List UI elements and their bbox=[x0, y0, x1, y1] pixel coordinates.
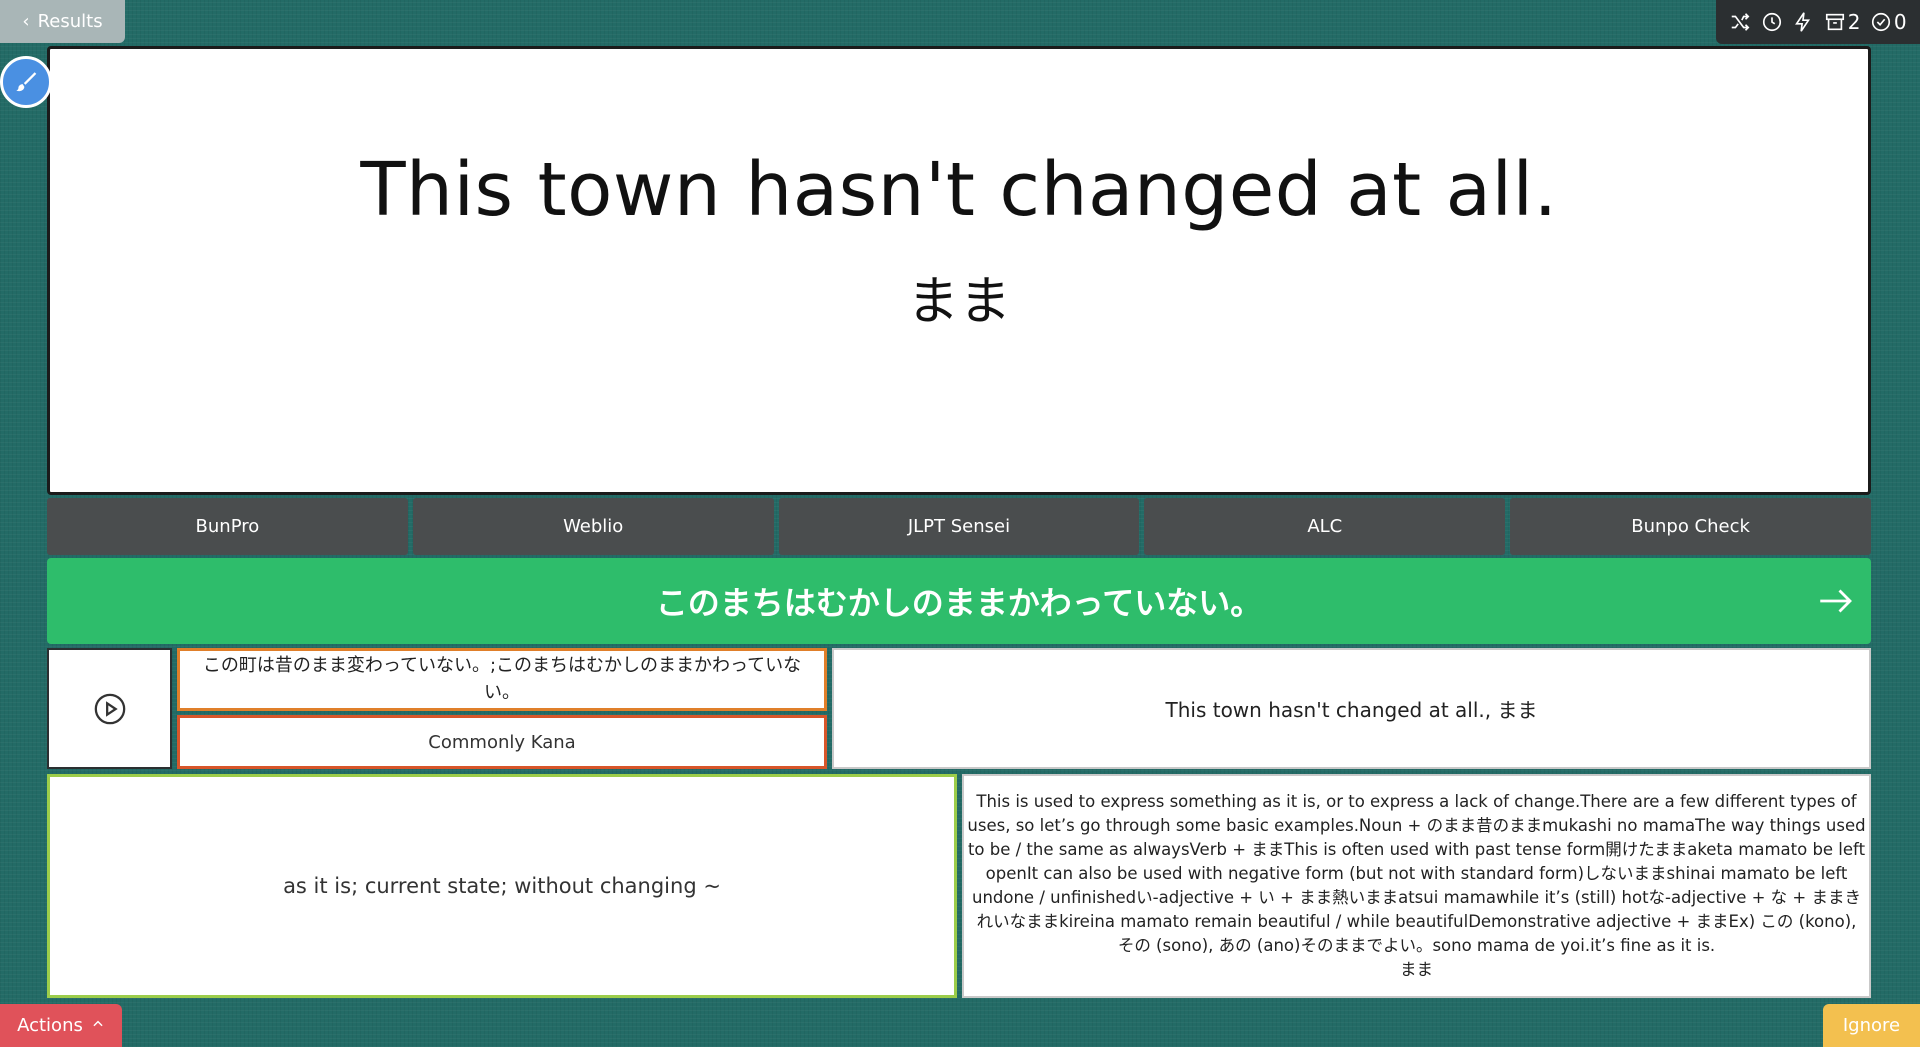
audio-panel bbox=[47, 648, 172, 769]
link-weblio[interactable]: Weblio bbox=[412, 498, 774, 555]
archive-count: 2 bbox=[1847, 10, 1861, 34]
english-sentence: This town hasn't changed at all., まま bbox=[832, 648, 1871, 769]
results-label: Results bbox=[37, 11, 103, 32]
clock-icon bbox=[1762, 12, 1781, 32]
link-bunpo-check[interactable]: Bunpo Check bbox=[1510, 498, 1871, 555]
lightning-icon bbox=[1795, 12, 1811, 32]
toolbar: 2 0 bbox=[1716, 0, 1920, 44]
link-alc[interactable]: ALC bbox=[1144, 498, 1506, 555]
kana-label: Commonly Kana bbox=[177, 715, 827, 769]
completed-button[interactable]: 0 bbox=[1870, 10, 1907, 34]
arrow-right-icon[interactable] bbox=[1815, 580, 1857, 622]
paintbrush-icon bbox=[16, 72, 37, 92]
answer-bar: このまちはむかしのままかわっていない。 bbox=[47, 558, 1871, 644]
check-count: 0 bbox=[1893, 10, 1907, 34]
actions-label: Actions bbox=[17, 1015, 83, 1036]
brush-button[interactable] bbox=[0, 56, 52, 108]
card-grammar-point: まま bbox=[906, 272, 1011, 332]
archive-icon bbox=[1825, 13, 1844, 31]
meaning-panel: as it is; current state; without changin… bbox=[47, 774, 957, 998]
link-jlpt-sensei[interactable]: JLPT Sensei bbox=[778, 498, 1140, 555]
link-bunpro[interactable]: BunPro bbox=[47, 498, 408, 555]
shuffle-button[interactable] bbox=[1729, 11, 1751, 33]
explanation-panel: This is used to express something as it … bbox=[962, 774, 1871, 998]
card-sentence: This town hasn't changed at all. bbox=[360, 147, 1558, 233]
results-button[interactable]: ‹ Results bbox=[0, 0, 125, 43]
history-button[interactable] bbox=[1761, 11, 1783, 33]
check-circle-icon bbox=[1871, 12, 1890, 32]
actions-button[interactable]: Actions bbox=[0, 1004, 122, 1047]
resource-links: BunPro Weblio JLPT Sensei ALC Bunpo Chec… bbox=[47, 498, 1871, 555]
shuffle-icon bbox=[1732, 13, 1750, 31]
play-audio-icon[interactable] bbox=[93, 692, 127, 726]
chevron-left-icon: ‹ bbox=[22, 11, 30, 32]
lightning-button[interactable] bbox=[1792, 11, 1814, 33]
ignore-button[interactable]: Ignore bbox=[1823, 1004, 1920, 1047]
chevron-up-icon bbox=[91, 1015, 105, 1036]
archive-button[interactable]: 2 bbox=[1824, 10, 1861, 34]
flashcard: This town hasn't changed at all. まま bbox=[47, 46, 1871, 495]
answer-text: このまちはむかしのままかわっていない。 bbox=[655, 584, 1263, 622]
japanese-sentence: この町は昔のまま変わっていない。;このまちはむかしのままかわっていない。 bbox=[177, 648, 827, 711]
